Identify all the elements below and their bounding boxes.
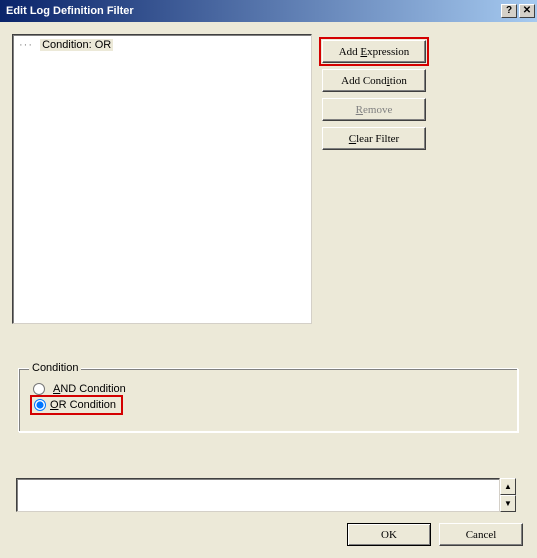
- expression-text-area: ▲ ▼: [16, 478, 516, 512]
- titlebar: Edit Log Definition Filter ? ✕: [0, 0, 537, 22]
- and-condition-label: AND Condition: [53, 383, 126, 395]
- condition-groupbox: Condition AND Condition OR Condition: [18, 362, 518, 432]
- cancel-button[interactable]: Cancel: [439, 523, 523, 546]
- dialog-body: ··· Condition: OR Add Expression Add Con…: [0, 22, 537, 558]
- close-button[interactable]: ✕: [519, 4, 535, 18]
- help-button[interactable]: ?: [501, 4, 517, 18]
- tree-connector-icon: ···: [19, 39, 37, 51]
- and-condition-row[interactable]: AND Condition: [33, 383, 507, 395]
- action-button-column: Add Expression Add Condition Remove Clea…: [322, 40, 430, 150]
- clear-filter-button[interactable]: Clear Filter: [322, 127, 426, 150]
- spin-up-button[interactable]: ▲: [500, 478, 516, 495]
- window-title: Edit Log Definition Filter: [6, 5, 501, 17]
- dialog-footer: OK Cancel: [347, 523, 523, 546]
- condition-legend: Condition: [29, 362, 81, 374]
- tree-root-label: Condition: OR: [40, 39, 113, 51]
- expression-textbox[interactable]: [16, 478, 500, 512]
- spin-down-button[interactable]: ▼: [500, 495, 516, 512]
- remove-button: Remove: [322, 98, 426, 121]
- add-condition-button[interactable]: Add Condition: [322, 69, 426, 92]
- ok-button[interactable]: OK: [347, 523, 431, 546]
- tree-root-node[interactable]: ··· Condition: OR: [19, 39, 113, 51]
- or-condition-label: OR Condition: [50, 399, 116, 411]
- and-condition-radio[interactable]: [33, 383, 45, 395]
- or-condition-radio[interactable]: [34, 399, 46, 411]
- filter-tree[interactable]: ··· Condition: OR: [12, 34, 312, 324]
- add-expression-button[interactable]: Add Expression: [322, 40, 426, 63]
- or-condition-row[interactable]: OR Condition: [33, 398, 507, 412]
- expression-spinner: ▲ ▼: [500, 478, 516, 512]
